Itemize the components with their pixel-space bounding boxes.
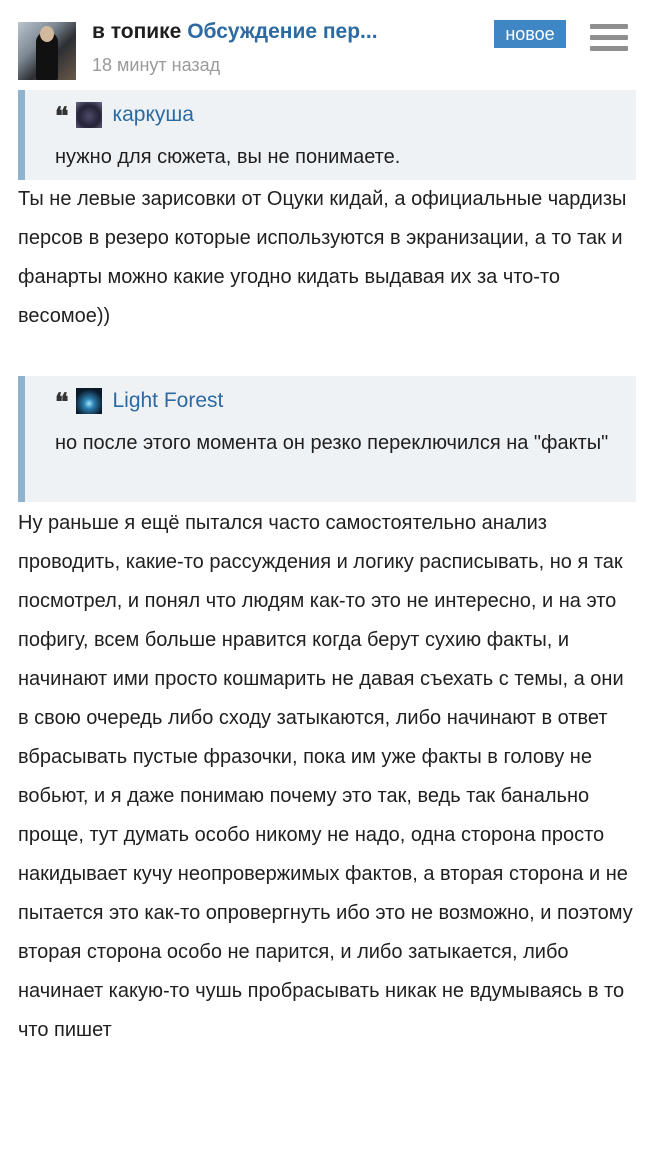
quote-author-avatar[interactable] [76,102,103,128]
quote-mark-icon: ❛❛ [55,386,69,416]
topic-line: в топике Обсуждение пер... [92,20,402,44]
topic-prefix: в топике [92,20,182,43]
quote-author-avatar[interactable] [76,388,103,414]
quote-text: нужно для сюжета, вы не понимаете. [55,146,401,168]
quote-author-row: ❛❛ Light Forest [55,386,223,416]
avatar-head [40,26,54,42]
quote-block: ❛❛ каркуша нужно для сюжета, вы не поним… [18,90,636,180]
post-time: 18 минут назад [92,55,221,75]
hamburger-menu-icon[interactable] [590,24,628,52]
quote-author-name[interactable]: каркуша [112,103,193,127]
quote-text: но после этого момента он резко переключ… [55,432,609,454]
quote-block: ❛❛ Light Forest но после этого момента о… [18,376,636,502]
quote-author-name[interactable]: Light Forest [112,389,223,413]
topic-link[interactable]: Обсуждение пер... [187,20,377,43]
quote-mark-icon: ❛❛ [55,100,69,130]
post-paragraph: Ты не левые зарисовки от Оцуки кидай, а … [18,188,627,327]
post-header: в топике Обсуждение пер... 18 минут наза… [0,0,654,90]
user-avatar[interactable] [18,22,76,80]
new-badge: новое [494,20,566,48]
post-paragraph: Ну раньше я ещё пытался часто самостояте… [18,512,633,1041]
quote-author-row: ❛❛ каркуша [55,100,194,130]
